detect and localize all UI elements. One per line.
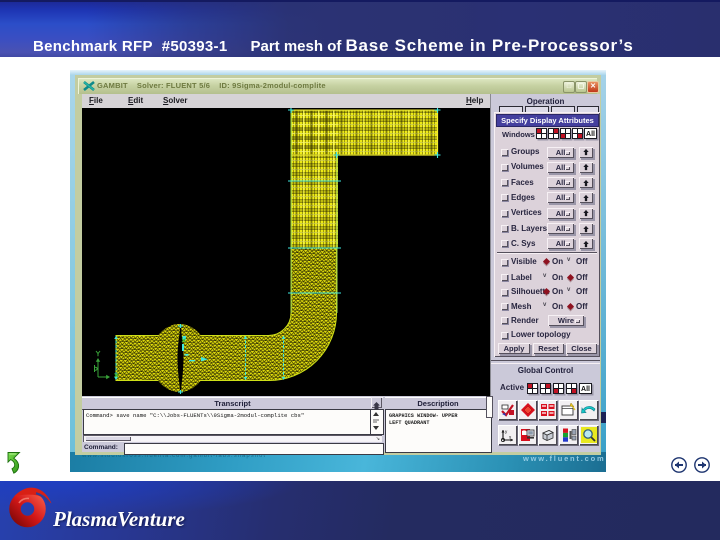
svg-text:y: y [505,429,508,434]
svg-text:x: x [509,435,512,440]
